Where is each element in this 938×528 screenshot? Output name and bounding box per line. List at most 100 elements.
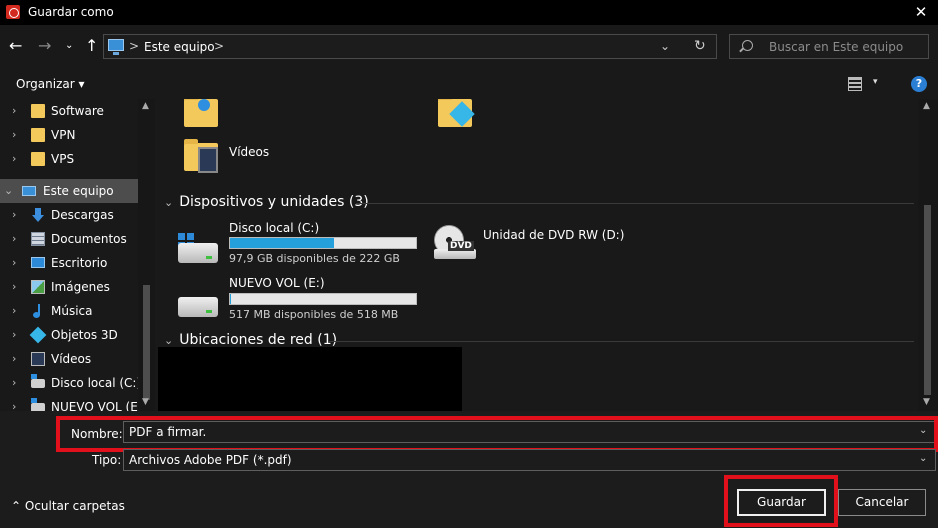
- desktop-icon: [31, 257, 45, 268]
- expand-chevron-icon[interactable]: ›: [12, 352, 16, 365]
- scroll-up-arrow-icon[interactable]: ▲: [142, 101, 149, 111]
- sidebar-item-documentos[interactable]: › Documentos: [0, 227, 138, 251]
- breadcrumb-separator[interactable]: >: [129, 39, 139, 53]
- expand-chevron-icon[interactable]: ›: [12, 208, 16, 221]
- expand-chevron-icon[interactable]: ›: [12, 400, 16, 411]
- view-options-chevron-icon[interactable]: ▾: [873, 77, 878, 87]
- sidebar-item-label: Documentos: [51, 232, 127, 246]
- scroll-up-arrow-icon[interactable]: ▲: [923, 101, 930, 111]
- expand-chevron-icon[interactable]: ›: [12, 104, 16, 117]
- expand-chevron-icon[interactable]: ›: [12, 256, 16, 269]
- folder-label-videos[interactable]: Vídeos: [229, 145, 269, 159]
- recent-locations-button[interactable]: ⌄: [65, 40, 73, 51]
- sidebar-item-nuevo-vol-e[interactable]: › NUEVO VOL (E:): [0, 395, 147, 411]
- refresh-icon[interactable]: ↻: [694, 38, 706, 54]
- images-icon: [31, 280, 45, 294]
- search-icon: [742, 40, 753, 51]
- sidebar-item-videos[interactable]: › Vídeos: [0, 347, 138, 371]
- group-header-label: Dispositivos y unidades (3): [179, 194, 369, 210]
- sidebar-item-label: VPS: [51, 152, 75, 166]
- navigation-bar: ← → ⌄ ↑ > Este equipo > ⌄ ↻ Buscar en Es…: [0, 25, 938, 69]
- expand-chevron-icon[interactable]: ›: [12, 152, 16, 165]
- navigation-pane: › Software › VPN › VPS ⌄ Este equipo › D…: [0, 99, 155, 411]
- music-icon: [31, 304, 45, 318]
- music-note-icon: [198, 99, 210, 111]
- sidebar-item-imagenes[interactable]: › Imágenes: [0, 275, 138, 299]
- sidebar-item-descargas[interactable]: › Descargas: [0, 203, 138, 227]
- sidebar-item-este-equipo[interactable]: ⌄ Este equipo: [0, 179, 138, 203]
- group-header-devices[interactable]: ⌄ Dispositivos y unidades (3): [164, 194, 369, 210]
- sidebar-item-vpn[interactable]: › VPN: [0, 123, 138, 147]
- drive-name: NUEVO VOL (E:): [229, 276, 325, 290]
- scroll-down-arrow-icon[interactable]: ▼: [142, 397, 149, 407]
- sidebar-item-label: Música: [51, 304, 93, 318]
- sidebar-item-escritorio[interactable]: › Escritorio: [0, 251, 138, 275]
- address-dropdown-icon[interactable]: ⌄: [660, 39, 670, 53]
- breadcrumb-separator[interactable]: >: [214, 39, 224, 53]
- folder-icon: [31, 128, 45, 142]
- forward-button[interactable]: →: [38, 36, 51, 55]
- close-button[interactable]: ✕: [910, 2, 932, 22]
- documents-icon: [31, 232, 45, 246]
- organize-button[interactable]: Organizar ▾: [16, 77, 85, 91]
- expand-chevron-icon[interactable]: ›: [12, 128, 16, 141]
- collapse-chevron-icon[interactable]: ⌄: [164, 334, 173, 347]
- search-box[interactable]: Buscar en Este equipo: [729, 34, 929, 59]
- collapse-chevron-icon[interactable]: ⌄: [4, 184, 13, 197]
- search-input[interactable]: Buscar en Este equipo: [769, 40, 903, 54]
- cancel-button[interactable]: Cancelar: [838, 489, 926, 516]
- command-bar: Organizar ▾ ▾ ?: [0, 69, 938, 99]
- sidebar-item-label: NUEVO VOL (E:): [51, 400, 147, 411]
- sidebar-item-vps[interactable]: › VPS: [0, 147, 138, 171]
- expand-chevron-icon[interactable]: ›: [12, 304, 16, 317]
- scroll-thumb[interactable]: [924, 205, 931, 395]
- breadcrumb-este-equipo[interactable]: Este equipo: [144, 40, 215, 54]
- sidebar-scrollbar[interactable]: ▲ ▼: [138, 99, 155, 411]
- sidebar-item-software[interactable]: › Software: [0, 99, 138, 123]
- expand-chevron-icon[interactable]: ›: [12, 280, 16, 293]
- group-divider: [328, 341, 914, 342]
- folder-icon: [31, 104, 45, 118]
- drive-icon: [31, 398, 45, 411]
- acrobat-icon: [6, 5, 20, 19]
- hide-folders-button[interactable]: ⌃ Ocultar carpetas: [11, 499, 125, 513]
- objects-3d-icon: [29, 326, 47, 344]
- sidebar-item-label: Imágenes: [51, 280, 110, 294]
- back-button[interactable]: ←: [9, 36, 22, 55]
- view-options-icon[interactable]: [848, 77, 862, 91]
- folder-icon: [31, 152, 45, 166]
- file-type-label: Tipo:: [92, 453, 122, 467]
- up-button[interactable]: ↑: [85, 36, 98, 55]
- dvd-badge: DVD: [448, 241, 474, 251]
- drive-usage-bar: [229, 293, 417, 305]
- file-type-select[interactable]: Archivos Adobe PDF (*.pdf): [123, 449, 936, 471]
- drive-name: Unidad de DVD RW (D:): [483, 228, 625, 242]
- expand-chevron-icon[interactable]: ›: [12, 328, 16, 341]
- expand-chevron-icon[interactable]: ›: [12, 232, 16, 245]
- computer-icon: [108, 39, 124, 55]
- title-bar: Guardar como ✕: [0, 0, 938, 25]
- address-bar[interactable]: > Este equipo > ⌄ ↻: [103, 34, 717, 59]
- group-header-label: Ubicaciones de red (1): [179, 332, 338, 348]
- sidebar-item-label: Descargas: [51, 208, 114, 222]
- sidebar-item-musica[interactable]: › Música: [0, 299, 138, 323]
- expand-chevron-icon[interactable]: ›: [12, 376, 16, 389]
- save-dialog-footer: Nombre: PDF a firmar. ⌄ Tipo: Archivos A…: [0, 411, 938, 528]
- save-button[interactable]: Guardar: [737, 489, 826, 516]
- drive-icon: [178, 297, 218, 317]
- name-highlight-box: [56, 416, 938, 452]
- sidebar-item-label: Vídeos: [51, 352, 92, 366]
- drive-free-space: 517 MB disponibles de 518 MB: [229, 308, 399, 321]
- scroll-down-arrow-icon[interactable]: ▼: [923, 397, 930, 407]
- scroll-thumb[interactable]: [143, 285, 150, 400]
- content-scrollbar[interactable]: ▲ ▼: [918, 99, 938, 411]
- group-header-network[interactable]: ⌄ Ubicaciones de red (1): [164, 332, 337, 348]
- collapse-chevron-icon[interactable]: ⌄: [164, 196, 173, 209]
- help-icon[interactable]: ?: [911, 76, 927, 92]
- sidebar-item-disco-local-c[interactable]: › Disco local (C:): [0, 371, 141, 395]
- videos-icon: [31, 352, 45, 366]
- dvd-drive-icon: DVD: [434, 225, 476, 259]
- file-type-dropdown-icon[interactable]: ⌄: [919, 453, 927, 464]
- sidebar-item-label: Software: [51, 104, 104, 118]
- sidebar-item-objetos-3d[interactable]: › Objetos 3D: [0, 323, 138, 347]
